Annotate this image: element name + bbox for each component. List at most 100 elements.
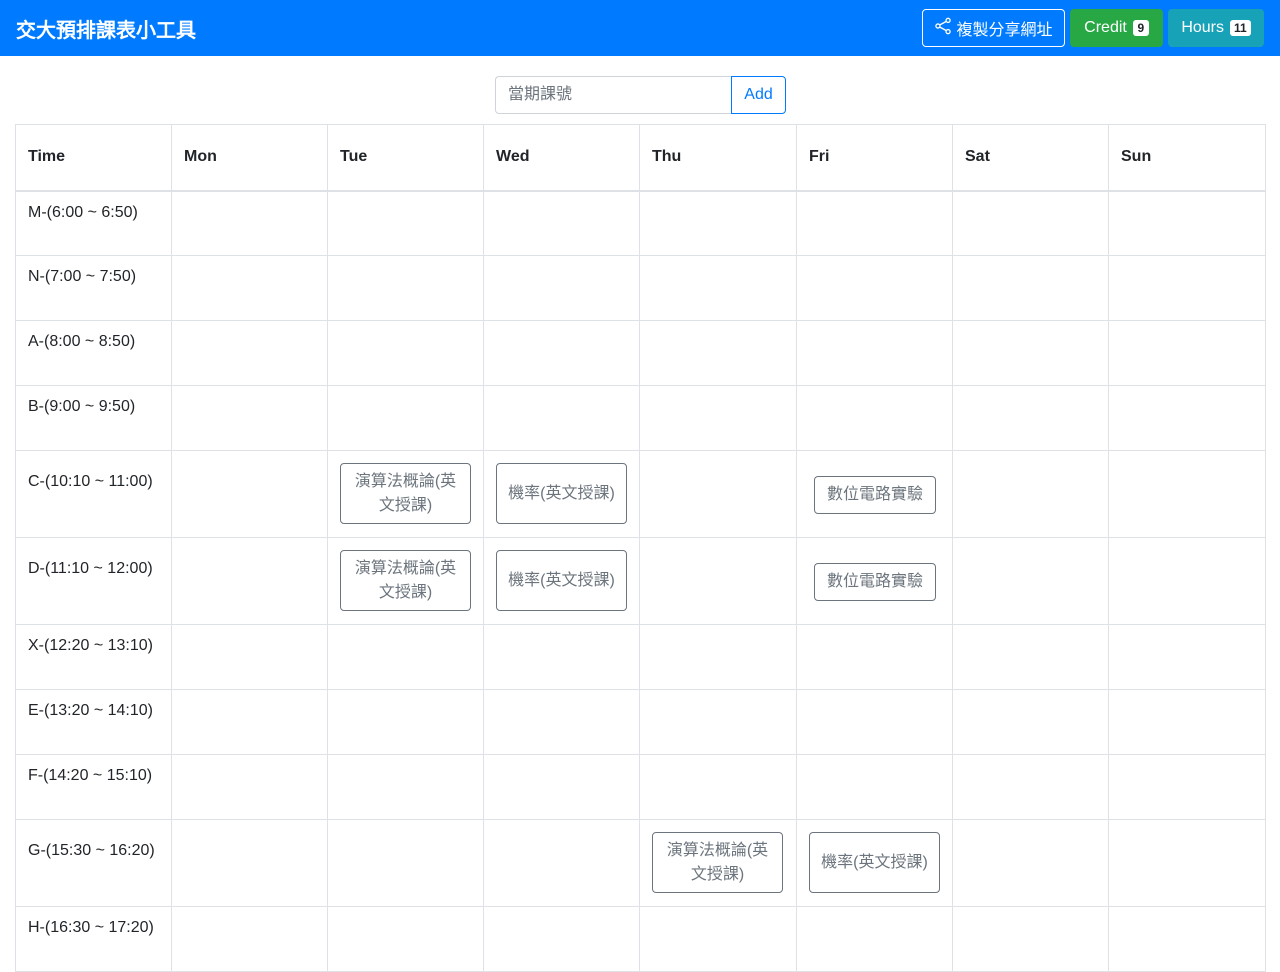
schedule-cell-sat <box>952 689 1109 755</box>
time-slot-label: G-(15:30 ~ 16:20) <box>15 819 172 907</box>
column-header-time: Time <box>15 124 172 192</box>
schedule-cell-mon <box>171 689 328 755</box>
table-row: C-(10:10 ~ 11:00) 演算法概論(英文授課) 機率(英文授課) 數位電路… <box>15 450 1266 538</box>
course-button[interactable]: 演算法概論(英文授課) <box>340 463 471 524</box>
schedule-cell-sat <box>952 450 1109 538</box>
share-label: 複製分享網址 <box>956 22 1053 39</box>
schedule-cell-wed <box>483 385 640 451</box>
schedule-cell-wed <box>483 320 640 386</box>
schedule-cell-tue: 演算法概論(英文授課) <box>327 450 484 538</box>
schedule-cell-tue <box>327 385 484 451</box>
copy-share-url-button[interactable]: 複製分享網址 <box>922 9 1065 47</box>
schedule-cell-tue <box>327 906 484 972</box>
schedule-cell-tue: 演算法概論(英文授課) <box>327 537 484 625</box>
header-row: Time Mon Tue Wed Thu Fri Sat Sun <box>15 124 1266 192</box>
schedule-cell-sat <box>952 754 1109 820</box>
time-slot-label: A-(8:00 ~ 8:50) <box>15 320 172 386</box>
schedule-cell-sat <box>952 190 1109 256</box>
column-header-tue: Tue <box>327 124 484 192</box>
schedule-cell-fri <box>796 689 953 755</box>
schedule-cell-wed <box>483 819 640 907</box>
schedule-cell-sun <box>1108 385 1266 451</box>
course-button[interactable]: 機率(英文授課) <box>809 832 940 893</box>
time-slot-label: X-(12:20 ~ 13:10) <box>15 624 172 690</box>
table-row: F-(14:20 ~ 15:10) <box>15 754 1266 820</box>
schedule-cell-fri <box>796 906 953 972</box>
course-button[interactable]: 機率(英文授課) <box>496 550 627 611</box>
schedule-cell-sun <box>1108 754 1266 820</box>
schedule-body: M-(6:00 ~ 6:50) N-(7:00 ~ 7:50) A-(8:00 ~ … <box>15 190 1266 972</box>
time-slot-label: N-(7:00 ~ 7:50) <box>15 255 172 321</box>
credit-button[interactable]: Credit 9 <box>1070 9 1163 47</box>
schedule-cell-sun <box>1108 624 1266 690</box>
schedule-cell-fri <box>796 255 953 321</box>
schedule-cell-sun <box>1108 689 1266 755</box>
schedule-cell-mon <box>171 906 328 972</box>
course-button[interactable]: 演算法概論(英文授課) <box>340 550 471 611</box>
course-button[interactable]: 數位電路實驗 <box>814 563 936 601</box>
schedule-cell-wed <box>483 906 640 972</box>
course-button[interactable]: 演算法概論(英文授課) <box>652 832 783 893</box>
schedule-cell-sun <box>1108 450 1266 538</box>
schedule-cell-sun <box>1108 906 1266 972</box>
schedule-table: Time Mon Tue Wed Thu Fri Sat Sun M-(6:00 ~ 6:50… <box>15 124 1266 972</box>
schedule-cell-sat <box>952 819 1109 907</box>
table-row: E-(13:20 ~ 14:10) <box>15 689 1266 755</box>
course-button[interactable]: 機率(英文授課) <box>496 463 627 524</box>
schedule-cell-fri: 機率(英文授課) <box>796 819 953 907</box>
schedule-cell-wed <box>483 255 640 321</box>
schedule-cell-fri <box>796 190 953 256</box>
schedule-cell-fri <box>796 320 953 386</box>
add-course-button[interactable]: Add <box>731 76 786 114</box>
schedule-cell-thu <box>639 689 797 755</box>
column-header-fri: Fri <box>796 124 953 192</box>
schedule-cell-tue <box>327 689 484 755</box>
schedule-cell-thu <box>639 906 797 972</box>
schedule-cell-thu <box>639 537 797 625</box>
hours-count-badge: 11 <box>1230 20 1251 36</box>
schedule-cell-sat <box>952 320 1109 386</box>
schedule-cell-mon <box>171 190 328 256</box>
schedule-cell-wed <box>483 754 640 820</box>
schedule-cell-wed: 機率(英文授課) <box>483 450 640 538</box>
schedule-cell-wed <box>483 689 640 755</box>
table-row: A-(8:00 ~ 8:50) <box>15 320 1266 386</box>
schedule-cell-mon <box>171 754 328 820</box>
navbar: 交大預排課表小工具 複製分享網址 Credit 9 Hours 11 <box>0 0 1280 56</box>
time-slot-label: D-(11:10 ~ 12:00) <box>15 537 172 625</box>
course-number-input[interactable] <box>495 76 731 114</box>
schedule-cell-tue <box>327 190 484 256</box>
schedule-cell-sun <box>1108 255 1266 321</box>
table-row: X-(12:20 ~ 13:10) <box>15 624 1266 690</box>
time-slot-label: H-(16:30 ~ 17:20) <box>15 906 172 972</box>
schedule-cell-sat <box>952 537 1109 625</box>
schedule-cell-thu <box>639 385 797 451</box>
schedule-cell-thu <box>639 754 797 820</box>
schedule-cell-thu <box>639 190 797 256</box>
schedule-cell-mon <box>171 320 328 386</box>
schedule-cell-tue <box>327 754 484 820</box>
share-icon <box>934 17 952 40</box>
schedule-cell-sat <box>952 255 1109 321</box>
course-add-form: Add <box>495 76 786 114</box>
schedule-cell-fri: 數位電路實驗 <box>796 537 953 625</box>
schedule-cell-fri <box>796 754 953 820</box>
schedule-cell-wed <box>483 624 640 690</box>
column-header-mon: Mon <box>171 124 328 192</box>
schedule-cell-sun <box>1108 320 1266 386</box>
app-title[interactable]: 交大預排課表小工具 <box>16 14 196 43</box>
credit-label: Credit <box>1084 19 1127 36</box>
table-row: N-(7:00 ~ 7:50) <box>15 255 1266 321</box>
schedule-cell-thu <box>639 255 797 321</box>
schedule-cell-tue <box>327 255 484 321</box>
schedule-cell-fri: 數位電路實驗 <box>796 450 953 538</box>
schedule-cell-sat <box>952 624 1109 690</box>
schedule-cell-tue <box>327 624 484 690</box>
hours-button[interactable]: Hours 11 <box>1168 9 1264 47</box>
schedule-cell-fri <box>796 385 953 451</box>
column-header-sat: Sat <box>952 124 1109 192</box>
course-button[interactable]: 數位電路實驗 <box>814 476 936 514</box>
nav-actions: 複製分享網址 Credit 9 Hours 11 <box>922 9 1264 47</box>
table-row: B-(9:00 ~ 9:50) <box>15 385 1266 451</box>
schedule-cell-thu: 演算法概論(英文授課) <box>639 819 797 907</box>
